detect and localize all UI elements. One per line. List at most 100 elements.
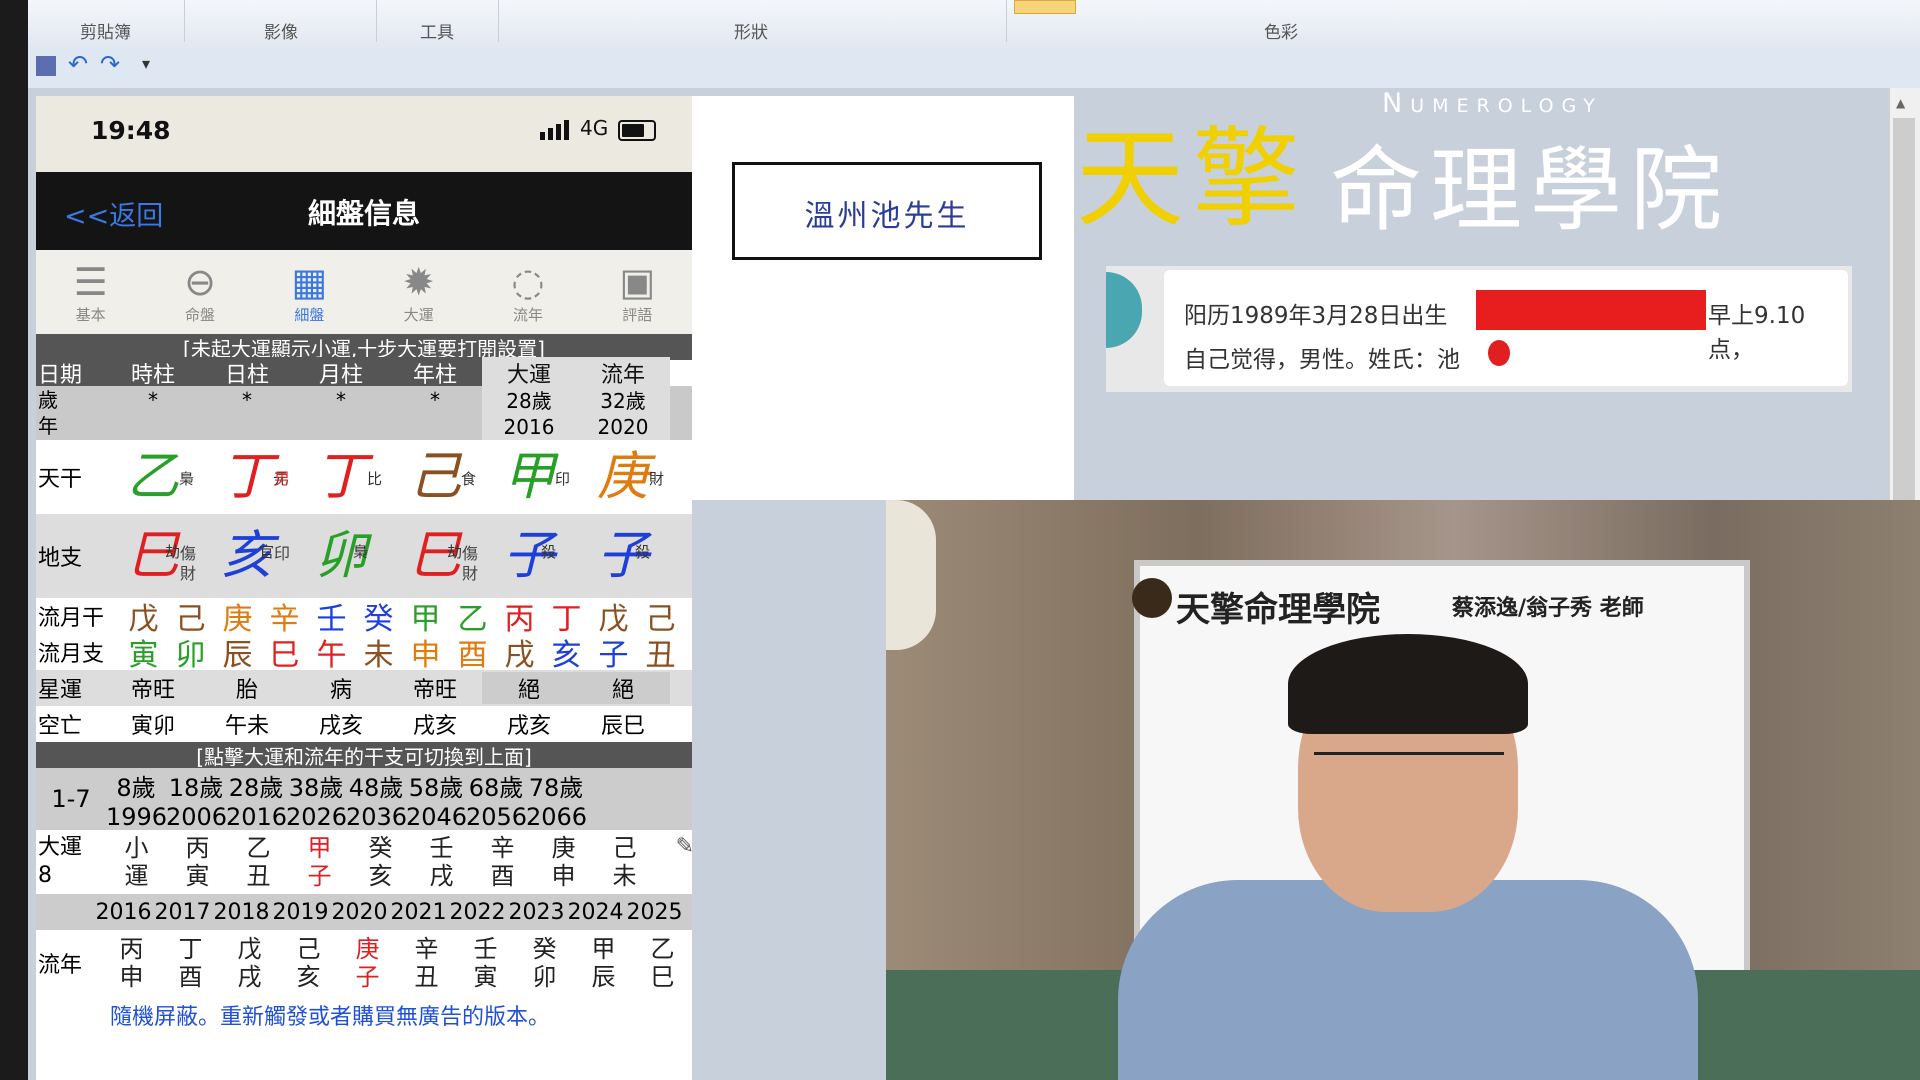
- month-char[interactable]: 午: [308, 630, 355, 674]
- dayun-age-label[interactable]: 68歲: [466, 768, 526, 803]
- liunian-year[interactable]: 2025: [625, 900, 684, 925]
- tab-label: 評語: [622, 306, 653, 324]
- liunian-year[interactable]: 2019: [271, 900, 330, 925]
- dayun-pillar[interactable]: 己未: [594, 834, 655, 890]
- tiangan-cell[interactable]: 庚財: [576, 447, 670, 507]
- ribbon-separator: [498, 0, 499, 42]
- picture-icon: ▣: [619, 260, 656, 304]
- liunian-year[interactable]: 2024: [566, 900, 625, 925]
- undo-icon[interactable]: ↶: [68, 50, 88, 78]
- dayun-pillar[interactable]: 癸亥: [350, 834, 411, 890]
- dayun-pillar[interactable]: 庚申: [533, 834, 594, 890]
- chat-line-2: 自己觉得，男性。姓氏：池: [1184, 347, 1460, 373]
- dayun-year: 2016: [503, 415, 555, 439]
- scroll-up-icon[interactable]: ▲: [1896, 96, 1905, 110]
- dayun-year-label[interactable]: 2006: [166, 803, 227, 831]
- dayun-pillar[interactable]: 壬戌: [411, 834, 472, 890]
- tab-basic[interactable]: ☰ 基本: [36, 250, 145, 334]
- tab-liunian[interactable]: ◌ 流年: [473, 250, 582, 334]
- ribbon-group-image[interactable]: 影像: [264, 18, 298, 43]
- ribbon-separator: [184, 0, 185, 42]
- liunian-year[interactable]: 2021: [389, 900, 448, 925]
- liunian-year[interactable]: 2022: [448, 900, 507, 925]
- tiangan-cell: 乙梟: [106, 447, 200, 507]
- scrollbar-thumb[interactable]: [1893, 118, 1915, 538]
- pencil-icon[interactable]: ✎: [676, 834, 692, 859]
- left-window-border: [0, 0, 28, 1080]
- liunian-year[interactable]: 2017: [153, 900, 212, 925]
- ribbon-group-tools[interactable]: 工具: [420, 18, 454, 43]
- dayun-pillar[interactable]: 甲子: [289, 834, 350, 890]
- dayun-pillar[interactable]: 乙丑: [228, 834, 289, 890]
- redaction-bar: [1476, 290, 1706, 330]
- pasted-white-area: [692, 96, 1074, 500]
- liunian-pillar[interactable]: 丁酉: [161, 935, 220, 991]
- dizhi-cell[interactable]: 子殺: [482, 526, 576, 586]
- dayun-year-label[interactable]: 2036: [346, 803, 407, 831]
- save-icon[interactable]: [36, 56, 56, 76]
- liunian-pillar[interactable]: 壬寅: [456, 935, 515, 991]
- color-swatch-selected[interactable]: [1014, 0, 1076, 14]
- month-char[interactable]: 辰: [214, 630, 261, 674]
- dayun-pillar[interactable]: 辛酉: [472, 834, 533, 890]
- tab-xipan[interactable]: ▦ 細盤: [255, 250, 364, 334]
- liunian-year[interactable]: 2018: [212, 900, 271, 925]
- liunian-pillar[interactable]: 甲辰: [574, 935, 633, 991]
- ten-god-label: 梟: [178, 470, 194, 488]
- tab-label: 基本: [75, 306, 106, 324]
- redo-icon[interactable]: ↷: [100, 50, 120, 78]
- header-cell: 流年: [576, 357, 670, 389]
- liunian-age-cell[interactable]: 32歲 2020: [576, 386, 670, 440]
- month-char[interactable]: 丑: [637, 630, 684, 674]
- dayun-pillar[interactable]: 小運: [106, 834, 167, 890]
- tiangan-cell[interactable]: 甲印: [482, 447, 576, 507]
- liunian-year[interactable]: 2023: [507, 900, 566, 925]
- liunian-year[interactable]: 2020: [330, 900, 389, 925]
- month-char[interactable]: 酉: [449, 630, 496, 674]
- dayun-year-label[interactable]: 2026: [286, 803, 347, 831]
- dayun-age-cell[interactable]: 28歲 2016: [482, 386, 576, 440]
- tab-dayun[interactable]: ✹ 大運: [364, 250, 473, 334]
- liunian-pillar[interactable]: 庚子: [338, 935, 397, 991]
- month-char[interactable]: 卯: [167, 630, 214, 674]
- kongwang-cells: 寅卯 午未 戌亥 戌亥 戌亥 辰巳: [106, 708, 670, 740]
- liunian-pillar[interactable]: 丙申: [102, 935, 161, 991]
- dayun-year-label[interactable]: 2066: [526, 803, 587, 831]
- tab-bar: ☰ 基本 ⊖ 命盤 ▦ 細盤 ✹ 大運 ◌ 流年 ▣ 評語: [36, 250, 692, 334]
- dayun-stem: 甲: [307, 834, 332, 862]
- dayun-pillar[interactable]: 丙寅: [167, 834, 228, 890]
- dayun-year-label[interactable]: 2046: [406, 803, 467, 831]
- dayun-age-label[interactable]: 78歲: [526, 768, 586, 803]
- dizhi-cell[interactable]: 子殺: [576, 526, 670, 586]
- customize-toolbar-icon[interactable]: ▾: [142, 54, 150, 73]
- tab-mingpan[interactable]: ⊖ 命盤: [145, 250, 254, 334]
- month-char[interactable]: 申: [402, 630, 449, 674]
- dayun-age-label[interactable]: 18歲: [166, 768, 226, 803]
- month-char[interactable]: 未: [355, 630, 402, 674]
- ribbon-group-colors[interactable]: 色彩: [1264, 18, 1298, 43]
- liunian-pillar[interactable]: 辛丑: [397, 935, 456, 991]
- ribbon-group-clipboard[interactable]: 剪貼簿: [80, 18, 131, 43]
- month-char[interactable]: 戌: [496, 630, 543, 674]
- liunian-pillar[interactable]: 己亥: [279, 935, 338, 991]
- dayun-year-label[interactable]: 1996: [106, 803, 167, 831]
- month-char[interactable]: 子: [590, 630, 637, 674]
- month-char[interactable]: 巳: [261, 630, 308, 674]
- dayun-age-label[interactable]: 58歲: [406, 768, 466, 803]
- dayun-year-label[interactable]: 2056: [466, 803, 527, 831]
- dayun-age-label[interactable]: 38歲: [286, 768, 346, 803]
- dayun-year-label[interactable]: 2016: [226, 803, 287, 831]
- liunian-pillar[interactable]: 戊戌: [220, 935, 279, 991]
- ten-god-label: 殺: [634, 543, 650, 561]
- dayun-age-label[interactable]: 28歲: [226, 768, 286, 803]
- ad-footer[interactable]: 隨機屏蔽。重新觸發或者購買無廣告的版本。: [36, 996, 692, 1034]
- tab-comment[interactable]: ▣ 評語: [583, 250, 692, 334]
- ribbon-group-shapes[interactable]: 形狀: [734, 18, 768, 43]
- dizhi-row: 地支 巳劫傷財亥官印卯梟巳劫傷財子殺子殺: [36, 514, 692, 598]
- liunian-pillar[interactable]: 癸卯: [515, 935, 574, 991]
- dayun-age-label[interactable]: 8歲: [106, 768, 166, 803]
- liunian-pillar[interactable]: 乙巳: [633, 935, 692, 991]
- dayun-age-label[interactable]: 48歲: [346, 768, 406, 803]
- liunian-year[interactable]: 2016: [94, 900, 153, 925]
- month-char[interactable]: 亥: [543, 630, 590, 674]
